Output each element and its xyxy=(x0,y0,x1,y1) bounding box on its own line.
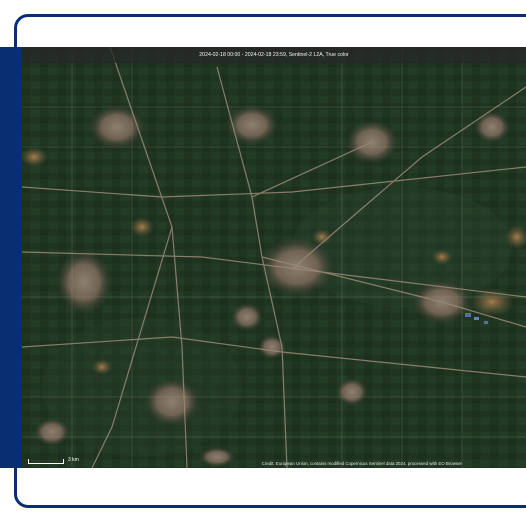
satellite-imagery xyxy=(22,47,526,468)
scale-bar: 3 km xyxy=(28,454,79,464)
map-credit: Credit: European Union, contains modifie… xyxy=(261,461,462,466)
satellite-map[interactable]: 2024-02-18 00:00 - 2024-02-18 23:59, Sen… xyxy=(22,47,526,468)
map-title: 2024-02-18 00:00 - 2024-02-18 23:59, Sen… xyxy=(22,47,526,63)
scale-label: 3 km xyxy=(68,457,79,463)
scale-line xyxy=(28,459,64,464)
side-panel xyxy=(0,47,22,468)
